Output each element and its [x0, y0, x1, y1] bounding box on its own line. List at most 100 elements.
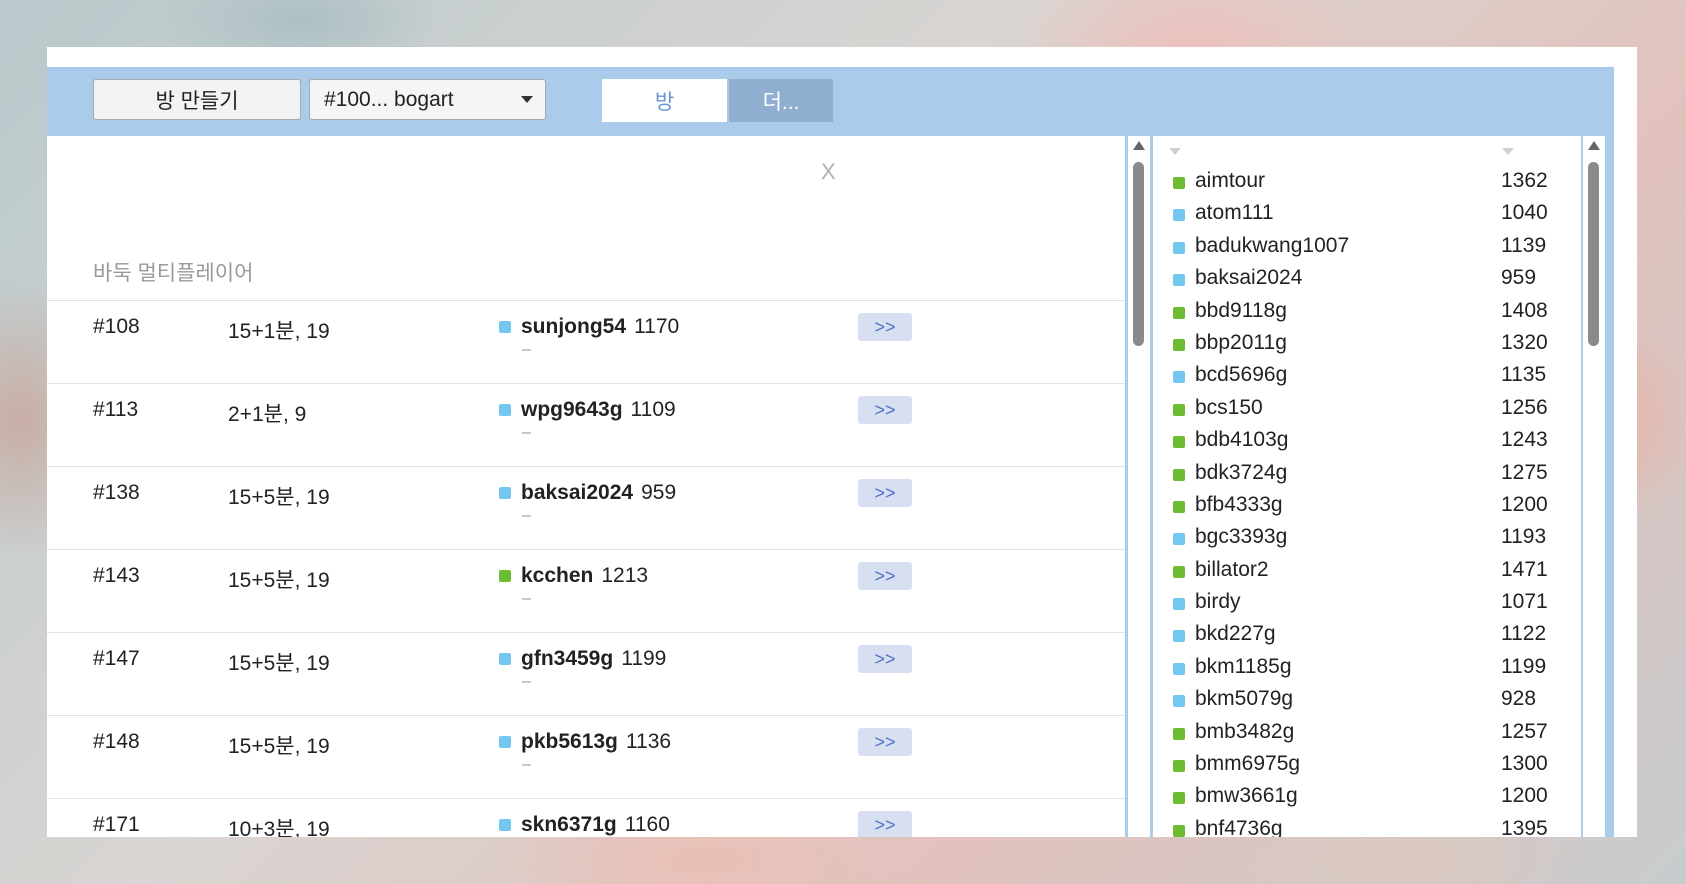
section-title: 바둑 멀티플레이어 [93, 262, 254, 285]
room-row: #138 15+5분, 19 baksai2024 959 – >> [47, 466, 1125, 549]
join-room-button[interactable]: >> [858, 562, 912, 590]
room-id: #171 [93, 813, 140, 836]
room-row: #108 15+1분, 19 sunjong54 1170 – >> [47, 300, 1125, 383]
user-row[interactable]: bcs1501256# [1153, 393, 1581, 425]
status-indicator-icon [1173, 468, 1185, 481]
close-icon[interactable]: X [821, 159, 836, 185]
sort-rating-icon[interactable] [1502, 148, 1514, 155]
room-row: #147 15+5분, 19 gfn3459g 1199 – >> [47, 632, 1125, 715]
room-id: #138 [93, 481, 140, 504]
sort-name-icon[interactable] [1169, 148, 1181, 155]
opponent-placeholder: – [522, 507, 531, 524]
user-row[interactable]: bdk3724g1275# [1153, 458, 1581, 490]
scrollbar-thumb[interactable] [1133, 162, 1144, 346]
room-player: kcchen 1213 [499, 564, 648, 588]
user-rating: 1071 [1501, 590, 1548, 614]
status-indicator-icon [1173, 792, 1185, 805]
user-row[interactable]: bgc3393g1193# [1153, 522, 1581, 554]
user-rating: 1040 [1501, 201, 1548, 225]
status-indicator-icon [1173, 274, 1185, 287]
user-list-scrollbar[interactable] [1583, 136, 1605, 837]
player-rating: 1160 [624, 813, 670, 836]
opponent-placeholder: – [522, 673, 531, 690]
player-name: sunjong54 [521, 315, 627, 338]
room-list-panel: X 바둑 멀티플레이어 #108 15+1분, 19 sunjong54 1170 – >… [47, 136, 1125, 837]
player-name: baksai2024 [521, 481, 634, 504]
join-room-button[interactable]: >> [858, 313, 912, 341]
room-time-control: 15+5분, 19 [228, 652, 330, 675]
user-row[interactable]: badukwang10071139# [1153, 231, 1581, 263]
user-name: bkm1185g [1195, 654, 1292, 678]
tab-more[interactable]: 더... [729, 79, 833, 122]
status-indicator-icon [1173, 727, 1185, 740]
scrollbar-thumb[interactable] [1588, 162, 1599, 346]
room-list: #108 15+1분, 19 sunjong54 1170 – >> #113 2+1분, 9… [47, 300, 1125, 837]
player-rating: 1109 [630, 398, 676, 421]
user-rating: 928 [1501, 687, 1537, 711]
room-time-control: 10+3분, 19 [228, 818, 330, 837]
user-name: bcs150 [1195, 395, 1263, 419]
player-name: kcchen [521, 564, 594, 587]
room-id: #108 [93, 315, 140, 338]
user-row[interactable]: bfb4333g1200# [1153, 490, 1581, 522]
user-row[interactable]: bkm1185g1199# [1153, 652, 1581, 684]
user-row[interactable]: bmm6975g1300# [1153, 749, 1581, 781]
status-indicator-icon [499, 653, 511, 665]
join-room-button[interactable]: >> [858, 728, 912, 756]
player-name: skn6371g [521, 813, 617, 836]
room-row: #148 15+5분, 19 pkb5613g 1136 – >> [47, 715, 1125, 798]
user-rating: 1243 [1501, 428, 1548, 452]
room-player: skn6371g 1160 [499, 813, 670, 837]
create-room-button[interactable]: 방 만들기 [93, 79, 301, 120]
status-indicator-icon [1173, 241, 1185, 254]
user-name: baksai2024 [1195, 266, 1303, 290]
user-row[interactable]: bbd9118g1408# [1153, 296, 1581, 328]
user-name: billator2 [1195, 557, 1269, 581]
status-indicator-icon [1173, 598, 1185, 611]
user-row[interactable]: bcd5696g1135# [1153, 360, 1581, 392]
room-list-scrollbar[interactable] [1128, 136, 1150, 837]
user-row[interactable]: bdb4103g 1243 [1153, 425, 1581, 457]
user-rating: 1200 [1501, 784, 1548, 808]
user-row[interactable]: aimtour1362# [1153, 166, 1581, 198]
room-row: #113 2+1분, 9 wpg9643g 1109 – >> [47, 383, 1125, 466]
user-name: bdk3724g [1195, 460, 1288, 484]
user-row[interactable]: bmw3661g1200# [1153, 781, 1581, 813]
user-rating: 1320 [1501, 330, 1548, 354]
user-row[interactable]: atom111 1040 [1153, 198, 1581, 230]
user-rating: 1300 [1501, 752, 1548, 776]
join-room-button[interactable]: >> [858, 645, 912, 673]
tab-rooms[interactable]: 방 [602, 79, 727, 122]
user-row[interactable]: bbp2011g1320# [1153, 328, 1581, 360]
scroll-up-arrow-icon[interactable] [1133, 141, 1145, 150]
user-name: bbp2011g [1195, 330, 1287, 354]
user-row[interactable]: bkd227g 1122 [1153, 619, 1581, 651]
user-name: aimtour [1195, 169, 1266, 192]
user-row[interactable]: billator2 1471 [1153, 555, 1581, 587]
user-rating: 1200 [1501, 492, 1548, 516]
status-indicator-icon [1173, 695, 1185, 708]
join-room-button[interactable]: >> [858, 396, 912, 424]
join-room-button[interactable]: >> [858, 479, 912, 507]
user-row[interactable]: birdy 1071 [1153, 587, 1581, 619]
scroll-up-arrow-icon[interactable] [1588, 141, 1600, 150]
join-room-button[interactable]: >> [858, 811, 912, 837]
user-row[interactable]: bmb3482g1257# [1153, 717, 1581, 749]
user-name: bfb4333g [1195, 492, 1283, 516]
player-name: gfn3459g [521, 647, 614, 670]
user-name: bgc3393g [1195, 525, 1288, 549]
player-rating: 959 [641, 481, 677, 504]
status-indicator-icon [499, 321, 511, 333]
user-rating: 1408 [1501, 298, 1548, 322]
user-name: bmb3482g [1195, 719, 1295, 743]
user-row[interactable]: baksai2024959# [1153, 263, 1581, 295]
user-row[interactable]: bnf4736g1395# [1153, 814, 1581, 837]
room-row: #143 15+5분, 19 kcchen 1213 – >> [47, 549, 1125, 632]
status-indicator-icon [1173, 436, 1185, 449]
room-select[interactable]: #100... bogart [309, 79, 546, 120]
user-rating: 1275 [1501, 460, 1548, 484]
user-row[interactable]: bkm5079g928# [1153, 684, 1581, 716]
app-window: 방 만들기 #100... bogart 방 더... X 바둑 멀티플레이어 … [47, 47, 1637, 837]
status-indicator-icon [499, 404, 511, 416]
room-time-control: 15+5분, 19 [228, 735, 330, 758]
